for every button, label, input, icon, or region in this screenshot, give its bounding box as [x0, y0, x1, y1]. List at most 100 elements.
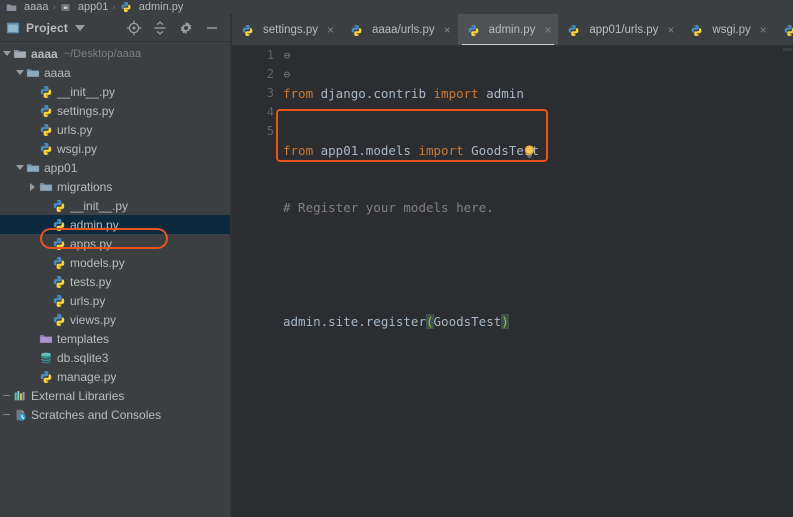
tree-row[interactable]: __init__.py: [0, 196, 230, 215]
minimize-icon[interactable]: [204, 20, 220, 36]
close-icon[interactable]: ×: [760, 24, 767, 36]
tree-row[interactable]: Scratches and Consoles: [0, 405, 230, 424]
tree-leaf-marker: [39, 272, 52, 291]
tree-row-selected[interactable]: admin.py: [0, 215, 230, 234]
tree-row[interactable]: models.py: [0, 253, 230, 272]
editor-area: settings.py × aaaa/urls.py × admin.py × app01/…: [232, 14, 793, 517]
code-content[interactable]: from django.contrib import admin from ap…: [283, 46, 793, 517]
tree-expand-arrow-open[interactable]: [0, 44, 13, 63]
editor-tab[interactable]: app01/urls.py ×: [558, 14, 681, 45]
tree-leaf-marker: [39, 215, 52, 234]
lightbulb-icon[interactable]: [522, 144, 537, 159]
tree-row[interactable]: apps.py: [0, 234, 230, 253]
keyword-import: import: [433, 86, 479, 101]
tree-leaf-marker: [26, 348, 39, 367]
tree-row[interactable]: manage.py: [0, 367, 230, 386]
imported-name: admin: [478, 86, 524, 101]
editor-tab-bar[interactable]: settings.py × aaaa/urls.py × admin.py × app01/…: [232, 14, 793, 46]
python-file-icon: [40, 104, 52, 117]
editor-tab[interactable]: [774, 14, 793, 45]
close-icon[interactable]: ×: [444, 24, 451, 36]
tree-leaf-marker[interactable]: [0, 386, 13, 405]
editor-marker-strip[interactable]: [781, 46, 793, 517]
tree-row[interactable]: aaaa: [0, 63, 230, 82]
close-icon[interactable]: ×: [544, 24, 551, 36]
keyword-from: from: [283, 143, 314, 158]
tree-row[interactable]: urls.py: [0, 120, 230, 139]
module-path: app01.models: [313, 143, 419, 158]
chevron-down-icon[interactable]: [75, 24, 86, 31]
tree-leaf-marker: [26, 101, 39, 120]
tree-row[interactable]: aaaa ~/Desktop/aaaa: [0, 44, 230, 63]
tree-row[interactable]: urls.py: [0, 291, 230, 310]
python-file-icon: [121, 1, 131, 13]
open-paren: (: [426, 314, 434, 329]
line-number-gutter: 1 2 3 4 5: [232, 46, 280, 517]
tree-row[interactable]: settings.py: [0, 101, 230, 120]
tree-row[interactable]: __init__.py: [0, 82, 230, 101]
editor-tab-label: wsgi.py: [712, 24, 751, 36]
locate-icon[interactable]: [126, 20, 142, 36]
python-file-icon: [242, 24, 253, 36]
tree-leaf-marker: [39, 291, 52, 310]
tree-item-label: templates: [57, 331, 110, 346]
breadcrumb-item-app01[interactable]: app01: [56, 0, 113, 14]
editor-tab[interactable]: settings.py ×: [232, 14, 341, 45]
code-comment: # Register your models here.: [283, 200, 494, 215]
tree-row[interactable]: app01: [0, 158, 230, 177]
tree-item-label: apps.py: [70, 236, 113, 251]
tree-row[interactable]: migrations: [0, 177, 230, 196]
python-file-icon: [40, 123, 52, 136]
tree-item-label: External Libraries: [31, 388, 125, 403]
editor-tab-active[interactable]: admin.py ×: [457, 14, 559, 45]
tree-expand-arrow-open[interactable]: [13, 63, 26, 82]
code-line-2: from app01.models import GoodsTest: [283, 141, 793, 160]
breadcrumb-item-aaaa[interactable]: aaaa: [2, 0, 52, 14]
tree-row[interactable]: External Libraries: [0, 386, 230, 405]
gear-icon[interactable]: [178, 20, 194, 36]
python-file-icon: [53, 256, 65, 269]
marker-stripe: [783, 48, 792, 51]
python-file-icon: [53, 313, 65, 326]
module-path: django.contrib: [313, 86, 434, 101]
python-file-icon: [53, 237, 65, 250]
tree-row[interactable]: templates: [0, 329, 230, 348]
collapse-all-icon[interactable]: [152, 20, 168, 36]
code-editor[interactable]: 12345 ⊖ ⊖ from django.contrib import admi…: [232, 46, 793, 517]
tree-leaf-marker[interactable]: [0, 405, 13, 424]
tree-expand-arrow-closed[interactable]: [26, 177, 39, 196]
python-file-icon: [53, 218, 65, 231]
code-line-1: from django.contrib import admin: [283, 84, 793, 103]
tree-row[interactable]: views.py: [0, 310, 230, 329]
python-file-icon: [40, 370, 52, 383]
tree-item-label: Scratches and Consoles: [31, 407, 162, 422]
tree-item-label: urls.py: [57, 122, 93, 137]
project-panel-title: Project: [26, 20, 69, 35]
editor-tab[interactable]: aaaa/urls.py ×: [341, 14, 458, 45]
tree-item-label: migrations: [57, 179, 113, 194]
tree-row[interactable]: tests.py: [0, 272, 230, 291]
tree-item-label: manage.py: [57, 369, 117, 384]
breadcrumb-item-admin-py[interactable]: admin.py: [116, 0, 188, 14]
close-icon[interactable]: ×: [327, 24, 334, 36]
project-file-tree[interactable]: aaaa ~/Desktop/aaaa aaaa __init__.py setting…: [0, 42, 230, 517]
editor-tab[interactable]: wsgi.py ×: [681, 14, 773, 45]
tree-row[interactable]: db.sqlite3: [0, 348, 230, 367]
close-icon[interactable]: ×: [667, 24, 674, 36]
call-argument: GoodsTest: [433, 314, 502, 329]
tree-expand-arrow-open[interactable]: [13, 158, 26, 177]
tree-row[interactable]: wsgi.py: [0, 139, 230, 158]
